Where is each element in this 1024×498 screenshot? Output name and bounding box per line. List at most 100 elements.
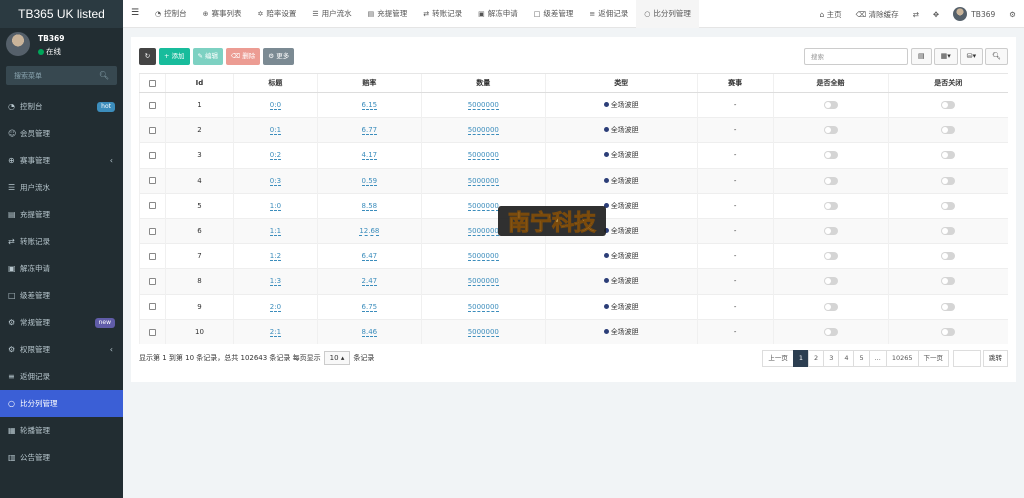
page-size-select[interactable]: 10 ▴ [323, 351, 351, 365]
cell-quantity[interactable]: 5000000 [467, 176, 499, 186]
page-button[interactable]: 4 [838, 350, 855, 367]
sidebar-item-10[interactable]: ≡ 返佣记录 [0, 363, 123, 390]
page-button[interactable]: 1 [792, 350, 810, 367]
fullscreen-icon[interactable]: ✥ [933, 10, 939, 19]
row-checkbox[interactable] [139, 318, 166, 345]
select-all-checkbox[interactable] [139, 73, 166, 93]
tab-4[interactable]: ▤ 充提管理 [360, 0, 416, 28]
tab-5[interactable]: ⇄ 转账记录 [415, 0, 470, 28]
page-button[interactable]: 2 [808, 350, 825, 367]
cell-title[interactable]: 1:0 [269, 201, 282, 211]
sidebar-item-11[interactable]: ○ 比分列管理 [0, 390, 123, 417]
row-checkbox[interactable] [139, 268, 166, 294]
table-row[interactable]: 10 2:1 8.46 5000000 全场波胆 - [139, 318, 1008, 345]
header-id[interactable]: Id [164, 73, 234, 93]
home-link[interactable]: ⌂ 主页 [819, 9, 841, 20]
page-button[interactable]: 3 [823, 350, 840, 367]
cell-quantity[interactable]: 5000000 [467, 201, 499, 211]
search-icon[interactable]: 🔍︎ [985, 48, 1008, 65]
full-compensate-toggle[interactable] [823, 101, 838, 110]
cell-odds[interactable]: 4.17 [361, 151, 378, 161]
closed-toggle[interactable] [941, 201, 956, 210]
table-row[interactable]: 9 2:0 6.75 5000000 全场波胆 - [139, 293, 1008, 320]
tab-2[interactable]: ✡ 赔率设置 [249, 0, 304, 28]
table-row[interactable]: 4 0:3 0.59 5000000 全场波胆 - [139, 167, 1008, 194]
sidebar-search-input[interactable] [6, 66, 96, 85]
tab-1[interactable]: ⊕ 赛事列表 [195, 0, 250, 28]
cell-quantity[interactable]: 5000000 [467, 302, 499, 312]
table-row[interactable]: 7 1:2 6.47 5000000 全场波胆 - [139, 243, 1008, 269]
export-icon[interactable]: ⛁▾ [959, 48, 984, 65]
cell-title[interactable]: 0:1 [269, 126, 282, 136]
cell-quantity[interactable]: 5000000 [467, 126, 499, 136]
row-checkbox[interactable] [139, 192, 166, 219]
tab-6[interactable]: ▣ 解冻申请 [470, 0, 526, 28]
cell-quantity[interactable]: 5000000 [467, 101, 499, 111]
row-checkbox[interactable] [139, 142, 166, 169]
refresh-button[interactable]: ↻ [139, 48, 156, 65]
sidebar-item-12[interactable]: ▦ 轮播管理 [0, 417, 123, 444]
row-checkbox[interactable] [139, 243, 166, 269]
cell-title[interactable]: 0:0 [269, 101, 282, 111]
closed-toggle[interactable] [941, 176, 956, 185]
prev-page-button[interactable]: 上一页 [762, 350, 794, 367]
jump-page-input[interactable] [953, 350, 981, 367]
cell-title[interactable]: 2:1 [269, 328, 282, 338]
full-compensate-toggle[interactable] [823, 227, 838, 236]
cell-quantity[interactable]: 5000000 [467, 227, 499, 237]
cell-odds[interactable]: 6.77 [361, 126, 378, 136]
full-compensate-toggle[interactable] [823, 252, 838, 261]
sidebar-item-0[interactable]: ◔ 控制台 hot [0, 93, 123, 120]
sidebar-item-1[interactable]: ☺ 会员管理 [0, 120, 123, 147]
columns-icon[interactable]: ▦▾ [933, 48, 958, 65]
full-compensate-toggle[interactable] [823, 328, 838, 337]
header-full-compensate[interactable]: 是否全赔 [772, 73, 889, 93]
cell-title[interactable]: 1:1 [269, 227, 282, 237]
sidebar-item-8[interactable]: ⚙ 常规管理 new [0, 309, 123, 336]
cell-title[interactable]: 1:2 [269, 252, 282, 262]
closed-toggle[interactable] [941, 101, 956, 110]
delete-button[interactable]: ⌫ 删除 [226, 48, 261, 65]
page-button[interactable]: 5 [853, 350, 870, 367]
toggle-view-icon[interactable]: ▤ [910, 48, 932, 65]
row-checkbox[interactable] [139, 293, 166, 320]
sidebar-item-13[interactable]: ▥ 公告管理 [0, 444, 123, 471]
tab-3[interactable]: ☰ 用户流水 [304, 0, 359, 28]
cell-title[interactable]: 2:0 [269, 302, 282, 312]
translate-icon[interactable]: ⇄ [913, 10, 919, 19]
header-odds[interactable]: 赔率 [316, 73, 422, 93]
sidebar-item-2[interactable]: ⊕ 赛事管理 ‹ [0, 147, 123, 174]
header-title[interactable]: 标题 [232, 73, 318, 93]
app-logo[interactable]: TB365 UK listed [0, 0, 123, 28]
cell-odds[interactable]: 0.59 [361, 176, 378, 186]
full-compensate-toggle[interactable] [823, 201, 838, 210]
tab-7[interactable]: □ 级差管理 [526, 0, 582, 28]
row-checkbox[interactable] [139, 91, 166, 118]
header-event[interactable]: 赛事 [696, 73, 774, 93]
closed-toggle[interactable] [941, 151, 956, 160]
next-page-button[interactable]: 下一页 [917, 350, 949, 367]
settings-gear-icon[interactable]: ⚙ [1009, 10, 1016, 19]
table-row[interactable]: 1 0:0 6.15 5000000 全场波胆 - [139, 91, 1008, 118]
cell-quantity[interactable]: 5000000 [467, 277, 499, 287]
cell-quantity[interactable]: 5000000 [467, 328, 499, 338]
row-checkbox[interactable] [139, 217, 166, 244]
more-button[interactable]: ⚙ 更多 [263, 48, 295, 65]
cell-odds[interactable]: 6.75 [361, 302, 378, 312]
sidebar-item-3[interactable]: ☰ 用户流水 [0, 174, 123, 201]
tab-8[interactable]: ≡ 返佣记录 [581, 0, 636, 28]
page-button[interactable]: ... [868, 350, 887, 367]
header-quantity[interactable]: 数量 [420, 73, 546, 93]
full-compensate-toggle[interactable] [823, 126, 838, 135]
cell-odds[interactable]: 8.46 [361, 328, 378, 338]
closed-toggle[interactable] [941, 252, 956, 261]
edit-button[interactable]: ✎ 编辑 [192, 48, 224, 65]
closed-toggle[interactable] [941, 302, 956, 311]
full-compensate-toggle[interactable] [823, 277, 838, 286]
sidebar-item-4[interactable]: ▤ 充提管理 [0, 201, 123, 228]
full-compensate-toggle[interactable] [823, 302, 838, 311]
cell-quantity[interactable]: 5000000 [467, 151, 499, 161]
tab-0[interactable]: ◔ 控制台 [147, 0, 195, 28]
sidebar-item-5[interactable]: ⇄ 转账记录 [0, 228, 123, 255]
sidebar-item-6[interactable]: ▣ 解冻申请 [0, 255, 123, 282]
